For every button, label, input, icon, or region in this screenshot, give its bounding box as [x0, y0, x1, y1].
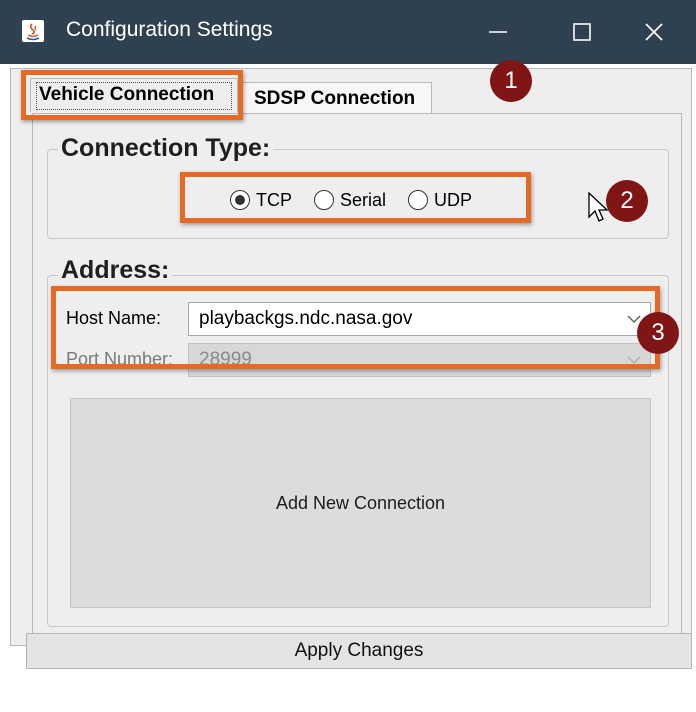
- add-new-connection-label: Add New Connection: [275, 492, 446, 513]
- annotation-badge-1: 1: [490, 60, 532, 102]
- title-bar[interactable]: Configuration Settings: [0, 0, 696, 64]
- highlight-box-connection-type: [180, 172, 531, 223]
- apply-changes-button[interactable]: Apply Changes: [26, 633, 692, 669]
- highlight-box-tab: [21, 70, 243, 120]
- annotation-badge-3: 3: [637, 312, 679, 354]
- java-icon: [22, 20, 44, 42]
- tab-label: SDSP Connection: [254, 88, 416, 109]
- highlight-box-address: [51, 286, 660, 369]
- maximize-icon: [573, 23, 591, 41]
- connection-type-legend: Connection Type:: [58, 134, 274, 163]
- apply-changes-label: Apply Changes: [294, 640, 424, 661]
- close-button[interactable]: [612, 0, 696, 64]
- window-title: Configuration Settings: [66, 18, 273, 41]
- minimize-icon: [489, 31, 507, 33]
- tab-sdsp-connection[interactable]: SDSP Connection: [239, 82, 432, 114]
- address-legend: Address:: [58, 256, 173, 285]
- annotation-badge-2: 2: [606, 180, 648, 222]
- mouse-cursor-icon: [588, 192, 609, 222]
- minimize-button[interactable]: [456, 0, 540, 64]
- configuration-window: Configuration Settings SDSP Connection V…: [0, 0, 696, 712]
- add-new-connection-button[interactable]: Add New Connection: [70, 398, 651, 608]
- close-icon: [645, 23, 663, 41]
